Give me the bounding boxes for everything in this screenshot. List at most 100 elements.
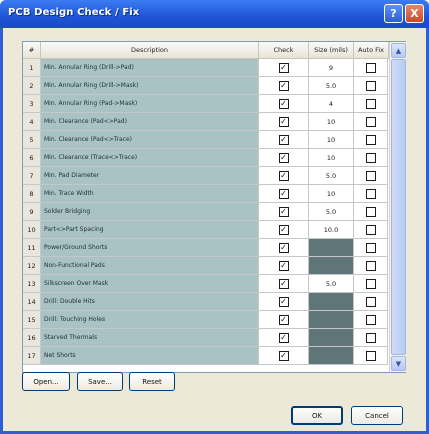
table-row[interactable]: 17 Net Shorts ✓ xyxy=(23,347,388,365)
rule-description: Power/Ground Shorts xyxy=(41,239,259,257)
cancel-button[interactable]: Cancel xyxy=(351,406,403,425)
size-value[interactable]: 10 xyxy=(309,113,354,131)
autofix-checkbox[interactable] xyxy=(365,224,376,235)
table-row[interactable]: 12 Non-Functional Pads ✓ xyxy=(23,257,388,275)
autofix-checkbox[interactable] xyxy=(365,152,376,163)
table-row[interactable]: 15 Drill: Touching Holes ✓ xyxy=(23,311,388,329)
reset-button[interactable]: Reset xyxy=(129,372,175,391)
size-value[interactable]: 10.0 xyxy=(309,221,354,239)
column-header-check[interactable]: Check xyxy=(259,42,309,59)
table-row[interactable]: 4 Min. Clearance (Pad<>Pad) ✓ 10 xyxy=(23,113,388,131)
size-value[interactable]: 5.0 xyxy=(309,167,354,185)
table-row[interactable]: 10 Part<>Part Spacing ✓ 10.0 xyxy=(23,221,388,239)
size-value xyxy=(309,329,354,347)
table-row[interactable]: 11 Power/Ground Shorts ✓ xyxy=(23,239,388,257)
autofix-checkbox[interactable] xyxy=(365,206,376,217)
save-button[interactable]: Save... xyxy=(77,372,123,391)
size-value[interactable]: 5.0 xyxy=(309,203,354,221)
vertical-scrollbar[interactable]: ▲ ▼ xyxy=(389,42,406,372)
check-checkbox[interactable]: ✓ xyxy=(278,152,289,163)
scroll-thumb[interactable] xyxy=(391,59,406,355)
check-checkbox[interactable]: ✓ xyxy=(278,224,289,235)
autofix-checkbox[interactable] xyxy=(365,314,376,325)
table-row[interactable]: 3 Min. Annular Ring (Pad->Mask) ✓ 4 xyxy=(23,95,388,113)
autofix-checkbox[interactable] xyxy=(365,296,376,307)
check-checkbox[interactable]: ✓ xyxy=(278,170,289,181)
table-row[interactable]: 6 Min. Clearance (Trace<>Trace) ✓ 10 xyxy=(23,149,388,167)
rule-description: Drill: Touching Holes xyxy=(41,311,259,329)
autofix-checkbox[interactable] xyxy=(365,332,376,343)
column-header-description[interactable]: Description xyxy=(41,42,259,59)
scroll-down-icon[interactable]: ▼ xyxy=(391,356,406,371)
row-number: 1 xyxy=(23,59,41,77)
table-row[interactable]: 16 Starved Thermals ✓ xyxy=(23,329,388,347)
rule-description: Min. Trace Width xyxy=(41,185,259,203)
size-value[interactable]: 5.0 xyxy=(309,275,354,293)
size-value[interactable]: 10 xyxy=(309,131,354,149)
save-button-label: Save... xyxy=(88,377,112,386)
table-row[interactable]: 8 Min. Trace Width ✓ 10 xyxy=(23,185,388,203)
size-value xyxy=(309,311,354,329)
check-checkbox[interactable]: ✓ xyxy=(278,278,289,289)
autofix-cell xyxy=(354,221,388,239)
size-value[interactable]: 9 xyxy=(309,59,354,77)
check-cell: ✓ xyxy=(259,167,309,185)
size-value[interactable]: 10 xyxy=(309,149,354,167)
rule-description: Min. Annular Ring (Pad->Mask) xyxy=(41,95,259,113)
rule-description: Non-Functional Pads xyxy=(41,257,259,275)
check-checkbox[interactable]: ✓ xyxy=(278,332,289,343)
check-checkbox[interactable]: ✓ xyxy=(278,116,289,127)
autofix-checkbox[interactable] xyxy=(365,98,376,109)
help-icon[interactable]: ? xyxy=(384,4,403,23)
size-value xyxy=(309,347,354,365)
autofix-checkbox[interactable] xyxy=(365,278,376,289)
check-checkbox[interactable]: ✓ xyxy=(278,350,289,361)
rule-description: Min. Pad Diameter xyxy=(41,167,259,185)
autofix-checkbox[interactable] xyxy=(365,116,376,127)
autofix-checkbox[interactable] xyxy=(365,134,376,145)
check-cell: ✓ xyxy=(259,95,309,113)
autofix-checkbox[interactable] xyxy=(365,80,376,91)
check-checkbox[interactable]: ✓ xyxy=(278,98,289,109)
title-bar[interactable]: PCB Design Check / Fix ? X xyxy=(0,0,429,28)
table-row[interactable]: 2 Min. Annular Ring (Drill->Mask) ✓ 5.0 xyxy=(23,77,388,95)
reset-button-label: Reset xyxy=(142,377,162,386)
dialog-client-area: # Description Check Size (mils) Auto Fix… xyxy=(3,28,426,431)
autofix-checkbox[interactable] xyxy=(365,350,376,361)
check-cell: ✓ xyxy=(259,275,309,293)
ok-button[interactable]: OK xyxy=(291,406,343,425)
column-header-autofix[interactable]: Auto Fix xyxy=(354,42,389,59)
size-value[interactable]: 4 xyxy=(309,95,354,113)
table-row[interactable]: 14 Drill: Double Hits ✓ xyxy=(23,293,388,311)
table-row[interactable]: 7 Min. Pad Diameter ✓ 5.0 xyxy=(23,167,388,185)
autofix-checkbox[interactable] xyxy=(365,170,376,181)
row-number: 10 xyxy=(23,221,41,239)
check-checkbox[interactable]: ✓ xyxy=(278,206,289,217)
check-checkbox[interactable]: ✓ xyxy=(278,296,289,307)
row-number: 4 xyxy=(23,113,41,131)
check-checkbox[interactable]: ✓ xyxy=(278,314,289,325)
size-value[interactable]: 10 xyxy=(309,185,354,203)
rule-description: Min. Annular Ring (Drill->Mask) xyxy=(41,77,259,95)
size-value[interactable]: 5.0 xyxy=(309,77,354,95)
autofix-checkbox[interactable] xyxy=(365,188,376,199)
autofix-checkbox[interactable] xyxy=(365,242,376,253)
column-header-number[interactable]: # xyxy=(23,42,41,59)
check-checkbox[interactable]: ✓ xyxy=(278,80,289,91)
table-row[interactable]: 9 Solder Bridging ✓ 5.0 xyxy=(23,203,388,221)
autofix-checkbox[interactable] xyxy=(365,62,376,73)
autofix-checkbox[interactable] xyxy=(365,260,376,271)
column-header-size[interactable]: Size (mils) xyxy=(309,42,354,59)
open-button[interactable]: Open... xyxy=(22,372,70,391)
check-checkbox[interactable]: ✓ xyxy=(278,62,289,73)
check-checkbox[interactable]: ✓ xyxy=(278,134,289,145)
check-checkbox[interactable]: ✓ xyxy=(278,242,289,253)
close-icon[interactable]: X xyxy=(405,4,424,23)
table-row[interactable]: 13 Silkscreen Over Mask ✓ 5.0 xyxy=(23,275,388,293)
scroll-up-icon[interactable]: ▲ xyxy=(391,43,406,58)
table-row[interactable]: 1 Min. Annular Ring (Drill->Pad) ✓ 9 xyxy=(23,59,388,77)
dialog-window: PCB Design Check / Fix ? X # Description… xyxy=(0,0,429,434)
check-checkbox[interactable]: ✓ xyxy=(278,188,289,199)
table-row[interactable]: 5 Min. Clearance (Pad<>Trace) ✓ 10 xyxy=(23,131,388,149)
check-checkbox[interactable]: ✓ xyxy=(278,260,289,271)
